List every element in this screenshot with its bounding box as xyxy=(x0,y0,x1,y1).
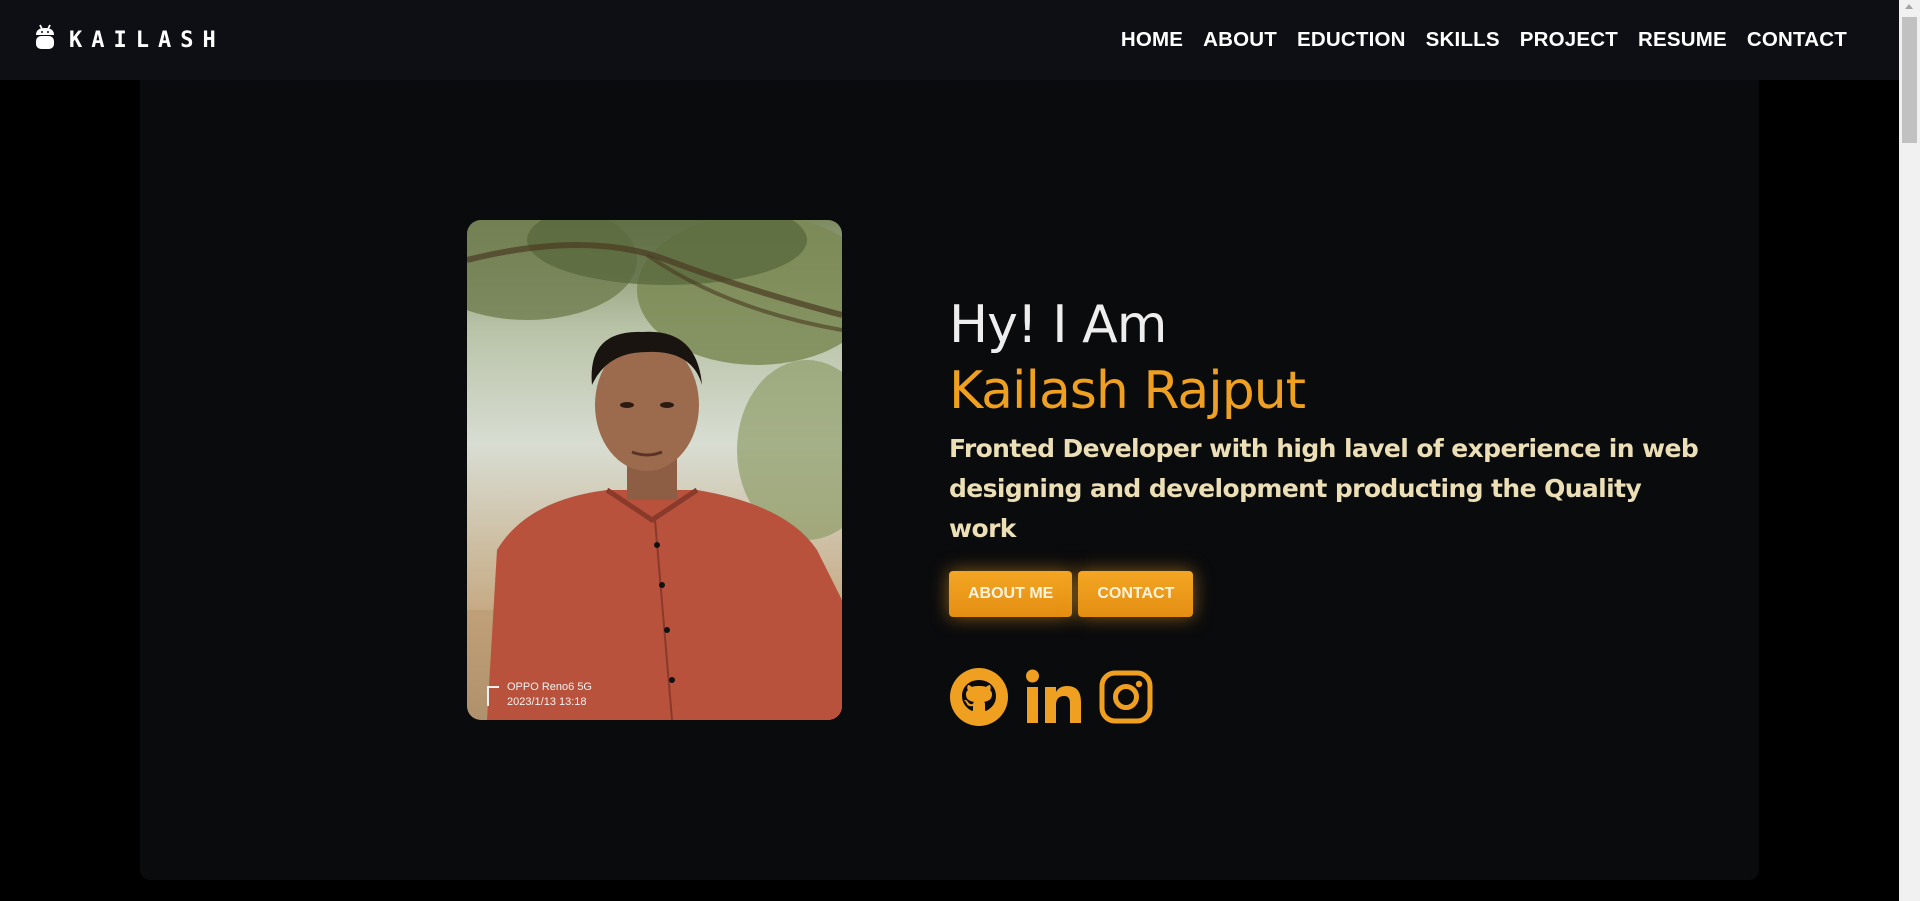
intro-block: Hy! I Am Kailash Rajput Fronted Develope… xyxy=(949,293,1709,731)
brand-name: KAILASH xyxy=(69,27,225,53)
nav-resume[interactable]: RESUME xyxy=(1638,28,1727,52)
nav-menu: HOME ABOUT EDUCTION SKILLS PROJECT RESUM… xyxy=(1101,28,1847,52)
page-scrollbar[interactable] xyxy=(1899,0,1920,901)
about-me-button[interactable]: ABOUT ME xyxy=(949,571,1073,617)
profile-photo: OPPO Reno6 5G 2023/1/13 13:18 xyxy=(467,220,842,720)
navbar: KAILASH HOME ABOUT EDUCTION SKILLS PROJE… xyxy=(0,0,1899,80)
android-icon xyxy=(34,23,56,57)
nav-skills[interactable]: SKILLS xyxy=(1426,28,1500,52)
nav-project[interactable]: PROJECT xyxy=(1520,28,1618,52)
cta-buttons: ABOUT ME CONTACT xyxy=(949,571,1709,617)
nav-contact[interactable]: CONTACT xyxy=(1747,28,1847,52)
linkedin-icon[interactable] xyxy=(1025,669,1083,729)
photo-caption: OPPO Reno6 5G 2023/1/13 13:18 xyxy=(507,680,592,710)
nav-about[interactable]: ABOUT xyxy=(1203,28,1277,52)
instagram-icon[interactable] xyxy=(1099,670,1153,728)
photo-caption-device: OPPO Reno6 5G xyxy=(507,681,592,693)
tagline-text: Fronted Developer with high lavel of exp… xyxy=(949,434,1699,543)
greeting-heading: Hy! I Am xyxy=(949,295,1167,355)
photo-caption-date: 2023/1/13 13:18 xyxy=(507,696,587,708)
brand[interactable]: KAILASH xyxy=(34,23,225,57)
github-icon[interactable] xyxy=(949,667,1009,731)
name-heading: Kailash Rajput xyxy=(949,361,1306,421)
hero-section: OPPO Reno6 5G 2023/1/13 13:18 Hy! I Am K… xyxy=(140,80,1759,880)
scroll-up-arrow-icon[interactable] xyxy=(1905,4,1913,9)
nav-home[interactable]: HOME xyxy=(1121,28,1183,52)
camera-watermark-icon xyxy=(487,686,499,706)
social-links xyxy=(949,667,1709,731)
nav-education[interactable]: EDUCTION xyxy=(1297,28,1406,52)
scroll-thumb[interactable] xyxy=(1902,17,1917,143)
contact-button[interactable]: CONTACT xyxy=(1078,571,1194,617)
